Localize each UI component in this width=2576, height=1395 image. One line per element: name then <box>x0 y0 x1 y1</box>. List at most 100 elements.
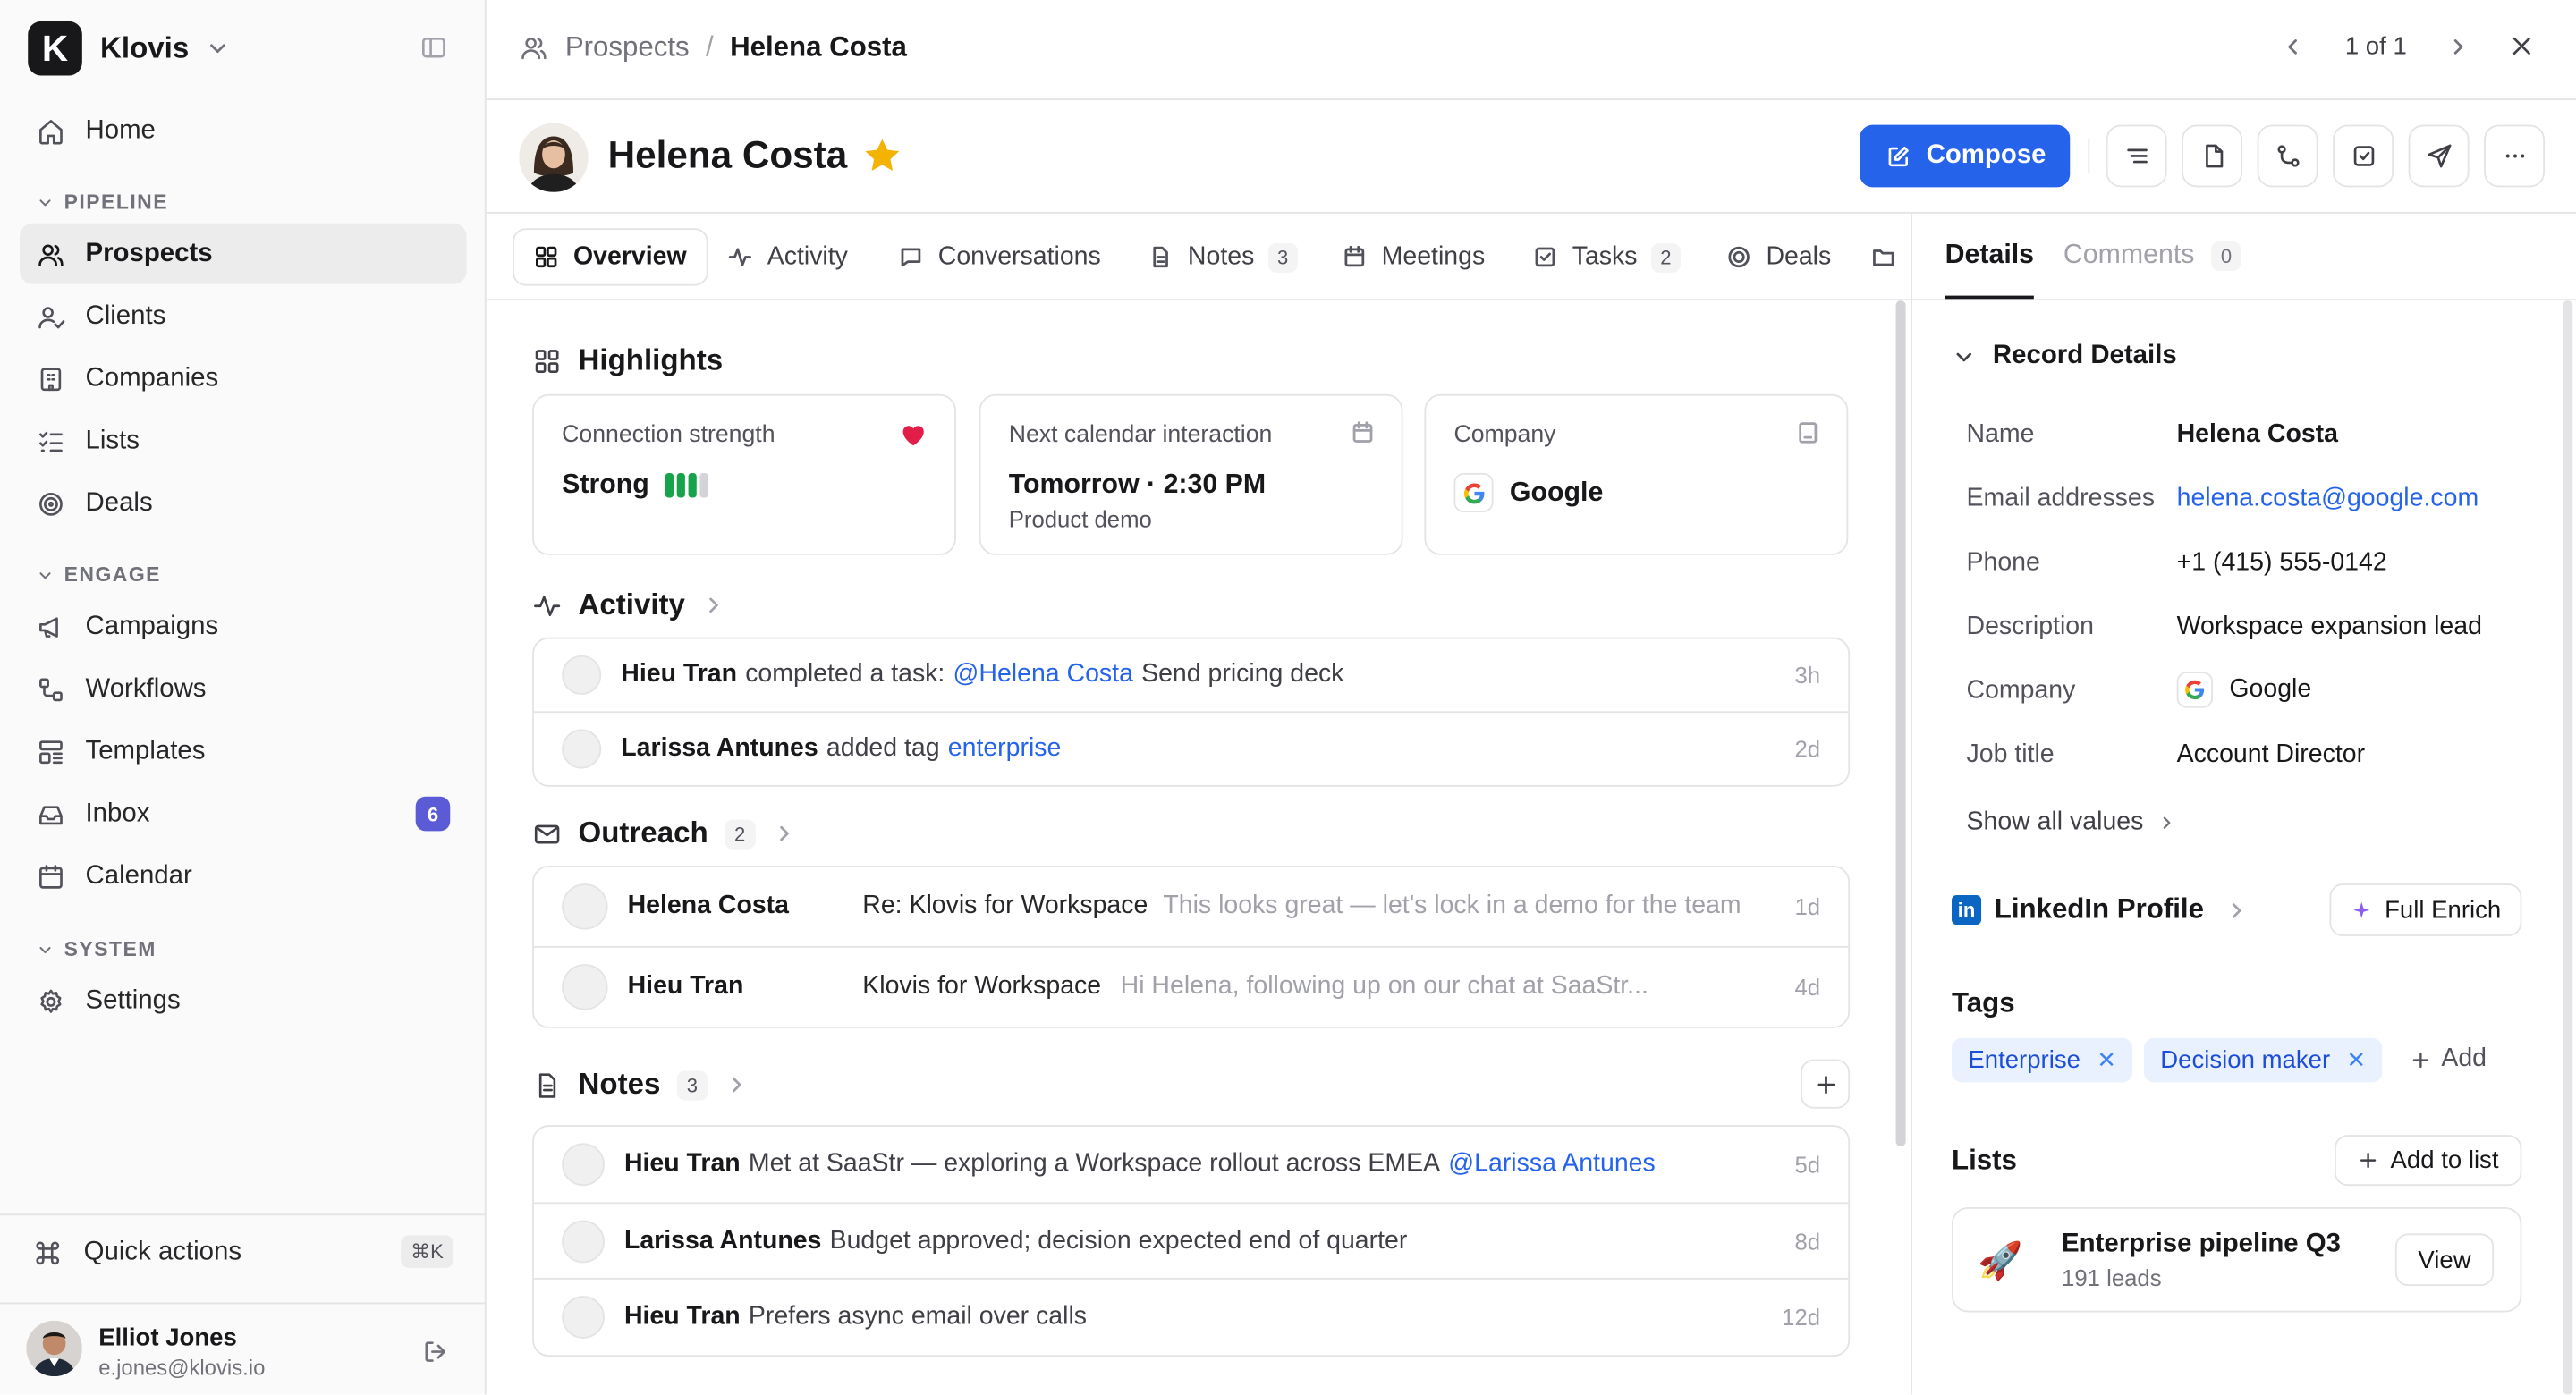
show-all-values-link[interactable]: Show all values <box>1967 808 2177 838</box>
table-row[interactable]: Hieu Tran Klovis for Workspace Hi Helena… <box>534 948 1848 1027</box>
remove-tag-icon[interactable]: ✕ <box>2097 1046 2116 1074</box>
tab-label: Comments <box>2063 240 2195 270</box>
sidebar-item-home[interactable]: Home <box>20 100 467 161</box>
tag-chip[interactable]: Enterprise ✕ <box>1951 1037 2133 1083</box>
list-item[interactable]: Hieu Tran Met at SaaStr — exploring a Wo… <box>533 1127 1849 1205</box>
mention-link[interactable]: @Helena Costa <box>953 660 1133 689</box>
mention-link[interactable]: @Larissa Antunes <box>1448 1150 1655 1179</box>
sidebar-item-workflows[interactable]: Workflows <box>20 659 467 720</box>
sidebar-item-calendar[interactable]: Calendar <box>20 846 467 907</box>
record-details-toggle[interactable]: Record Details <box>1952 342 2177 371</box>
notes-header[interactable]: Notes 3 <box>532 1068 749 1103</box>
timestamp: 5d <box>1794 1151 1821 1178</box>
tab-overview[interactable]: Overview <box>513 228 708 286</box>
user-profile[interactable]: Elliot Jones e.jones@klovis.io <box>0 1302 487 1395</box>
close-icon[interactable] <box>2507 31 2537 61</box>
remove-tag-icon[interactable]: ✕ <box>2346 1046 2366 1074</box>
outreach-header[interactable]: Outreach 2 <box>532 816 796 851</box>
sidebar-footer: Quick actions ⌘K <box>0 1213 487 1268</box>
details-scrollbar[interactable] <box>2563 300 2573 1395</box>
add-note-button[interactable] <box>1801 1059 1851 1109</box>
checkbox-icon <box>1535 247 1555 267</box>
email-link[interactable]: helena.costa@google.com <box>2177 485 2479 514</box>
list-item[interactable]: Hieu Tran completed a task: @Helena Cost… <box>533 638 1849 714</box>
main-scrollbar[interactable] <box>1895 300 1906 1147</box>
more-options-button[interactable] <box>2484 124 2546 188</box>
section-pipeline[interactable]: PIPELINE <box>36 190 168 214</box>
add-task-button[interactable] <box>2333 124 2394 188</box>
add-note-button[interactable] <box>2182 124 2243 188</box>
sidebar-item-prospects[interactable]: Prospects <box>20 223 467 284</box>
section-engage[interactable]: ENGAGE <box>36 563 161 587</box>
avatar <box>562 964 608 1010</box>
note-text: Met at SaaStr — exploring a Workspace ro… <box>748 1149 1441 1178</box>
tab-activity[interactable]: Activity <box>708 228 868 285</box>
sidebar-item-deals[interactable]: Deals <box>20 473 467 534</box>
sequence-button[interactable] <box>2257 124 2318 188</box>
field-label: Name <box>1966 420 2035 449</box>
document-icon <box>538 1072 556 1097</box>
strength-bar <box>688 472 698 498</box>
company-link[interactable]: Google <box>2229 675 2311 705</box>
tag-link[interactable]: enterprise <box>948 734 1062 764</box>
filter-button[interactable] <box>2106 124 2167 188</box>
tab-conversations[interactable]: Conversations <box>879 228 1121 285</box>
workspace-switcher[interactable]: K Klovis <box>28 21 230 76</box>
company-card[interactable]: Company Google <box>1424 393 1849 555</box>
tab-notes[interactable]: Notes 3 <box>1129 228 1318 285</box>
favorite-star-icon[interactable] <box>860 135 903 178</box>
field-value: Account Director <box>2176 740 2366 769</box>
building-icon <box>40 367 62 391</box>
connection-strength-card[interactable]: Connection strength Strong <box>532 393 956 555</box>
tab-details[interactable]: Details <box>1945 240 2035 300</box>
sidebar-item-inbox[interactable]: Inbox 6 <box>20 783 467 844</box>
breadcrumb-parent[interactable]: Prospects <box>565 31 690 64</box>
logout-button[interactable] <box>420 1337 450 1366</box>
tab-comments[interactable]: Comments 0 <box>2063 240 2242 271</box>
table-row[interactable]: Helena Costa Re: Klovis for Workspace Th… <box>533 867 1849 948</box>
sidebar-item-settings[interactable]: Settings <box>20 970 467 1031</box>
tab-tasks[interactable]: Tasks 2 <box>1513 228 1701 285</box>
add-tag-button[interactable]: Add <box>2410 1044 2487 1074</box>
sidebar-item-clients[interactable]: Clients <box>20 286 467 347</box>
full-enrich-button[interactable]: Full Enrich <box>2329 884 2522 936</box>
sidebar-item-companies[interactable]: Companies <box>20 348 467 409</box>
list-item[interactable]: 🚀 Enterprise pipeline Q3 191 leads View <box>1951 1206 2522 1313</box>
tab-files[interactable] <box>1852 228 1912 285</box>
tab-label: Deals <box>1766 241 1832 271</box>
section-system[interactable]: SYSTEM <box>36 938 156 960</box>
tab-deals[interactable]: Deals <box>1707 228 1851 285</box>
highlights-header: Highlights <box>532 343 723 378</box>
brand-name: Klovis <box>100 30 190 64</box>
sidebar-item-label: Prospects <box>85 239 213 267</box>
add-to-list-button[interactable]: Add to list <box>2334 1135 2522 1187</box>
chevron-left-icon[interactable] <box>2281 34 2306 59</box>
tab-meetings[interactable]: Meetings <box>1323 228 1505 285</box>
calendar-icon <box>1352 421 1373 443</box>
company-name[interactable]: Google <box>1510 478 1603 509</box>
sidebar-item-campaigns[interactable]: Campaigns <box>20 596 467 657</box>
compose-button[interactable]: Compose <box>1860 124 2071 188</box>
highlights-title: Highlights <box>578 342 724 376</box>
collapse-sidebar-button[interactable] <box>419 33 448 63</box>
tab-count: 3 <box>1267 241 1299 272</box>
linkedin-profile-header[interactable]: in LinkedIn Profile <box>1951 893 2249 926</box>
list-item[interactable]: Hieu Tran Prefers async email over calls… <box>534 1280 1848 1355</box>
chevron-right-icon <box>2231 902 2241 917</box>
tag-label: Enterprise <box>1968 1045 2080 1075</box>
activity-header[interactable]: Activity <box>532 588 726 623</box>
sidebar-item-templates[interactable]: Templates <box>20 721 467 782</box>
sidebar-item-lists[interactable]: Lists <box>20 410 467 471</box>
send-button[interactable] <box>2408 124 2470 188</box>
next-interaction-card[interactable]: Next calendar interaction Tomorrow · 2:3… <box>979 393 1403 555</box>
quick-actions-button[interactable]: Quick actions ⌘K <box>33 1235 453 1268</box>
chevron-right-icon[interactable] <box>2446 34 2471 59</box>
timestamp: 2d <box>1794 735 1821 763</box>
list-item[interactable]: Larissa Antunes added tag enterprise 2d <box>534 713 1848 785</box>
actor-name: Larissa Antunes <box>621 734 818 763</box>
breadcrumb-current: Helena Costa <box>730 30 907 63</box>
list-item[interactable]: Larissa Antunes Budget approved; decisio… <box>533 1204 1849 1280</box>
tag-chip[interactable]: Decision maker ✕ <box>2143 1037 2383 1083</box>
view-list-button[interactable]: View <box>2394 1233 2495 1287</box>
list-count: 191 leads <box>2062 1264 2162 1291</box>
